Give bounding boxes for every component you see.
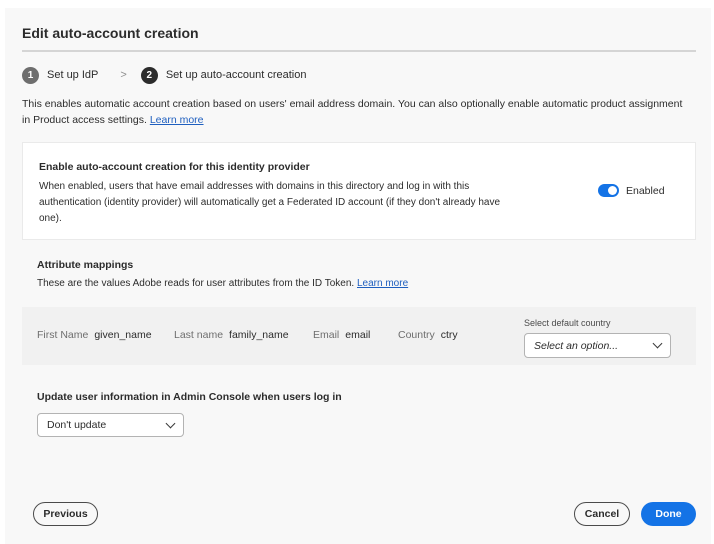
intro-learn-more-link[interactable]: Learn more (150, 114, 204, 126)
mapping-value: ctry (440, 329, 458, 341)
mapping-last-name: Last name family_name (174, 329, 289, 341)
intro-body: This enables automatic account creation … (22, 98, 683, 126)
attribute-learn-more-link[interactable]: Learn more (357, 278, 408, 289)
step-separator-icon: > (120, 69, 127, 81)
mapping-key: Last name (174, 329, 224, 341)
attribute-mappings-subtitle-text: These are the values Adobe reads for use… (37, 278, 355, 289)
auto-account-description: When enabled, users that have email addr… (39, 181, 501, 224)
mapping-country: Country ctry (398, 329, 458, 341)
mapping-first-name: First Name given_name (37, 329, 152, 341)
chevron-down-icon (165, 418, 176, 428)
default-country-select[interactable]: Select an option... (524, 333, 671, 358)
step-2-number: 2 (140, 66, 158, 84)
intro-text: This enables automatic account creation … (22, 96, 692, 128)
mapping-value: family_name (229, 329, 289, 341)
dialog-title: Edit auto-account creation (22, 25, 199, 41)
mapping-value: email (345, 329, 371, 341)
done-button[interactable]: Done (641, 502, 696, 526)
mapping-key: Email (313, 329, 340, 341)
auto-account-title: Enable auto-account creation for this id… (39, 161, 310, 173)
step-2-label: Set up auto-account creation (165, 69, 307, 81)
edit-auto-account-dialog: Edit auto-account creation 1 Set up IdP … (5, 8, 711, 544)
toggle-label: Enabled (626, 184, 665, 197)
previous-button[interactable]: Previous (33, 502, 98, 526)
mapping-key: First Name (37, 329, 89, 341)
update-info-selected: Don't update (47, 419, 107, 431)
title-divider (22, 50, 696, 52)
mapping-value: given_name (94, 329, 152, 341)
attribute-mappings-subtitle: These are the values Adobe reads for use… (37, 278, 408, 289)
default-country-placeholder: Select an option... (534, 339, 619, 352)
mapping-key: Country (398, 329, 435, 341)
default-country-label: Select default country (524, 318, 611, 328)
auto-account-card: Enable auto-account creation for this id… (22, 142, 696, 240)
mapping-email: Email email (313, 329, 370, 341)
toggle-knob (608, 186, 617, 195)
step-1-number: 1 (22, 66, 39, 84)
chevron-down-icon (652, 338, 663, 349)
cancel-button[interactable]: Cancel (574, 502, 630, 526)
update-info-select[interactable]: Don't update (37, 413, 184, 437)
attribute-mappings-title: Attribute mappings (37, 259, 134, 271)
step-1-label[interactable]: Set up IdP (47, 69, 98, 81)
stepper: 1 Set up IdP > 2 Set up auto-account cre… (22, 65, 306, 85)
toggle-switch[interactable] (598, 184, 619, 197)
attribute-mappings-bar: First Name given_name Last name family_n… (22, 307, 696, 365)
update-info-title: Update user information in Admin Console… (37, 391, 342, 403)
auto-account-toggle[interactable]: Enabled (598, 184, 665, 197)
